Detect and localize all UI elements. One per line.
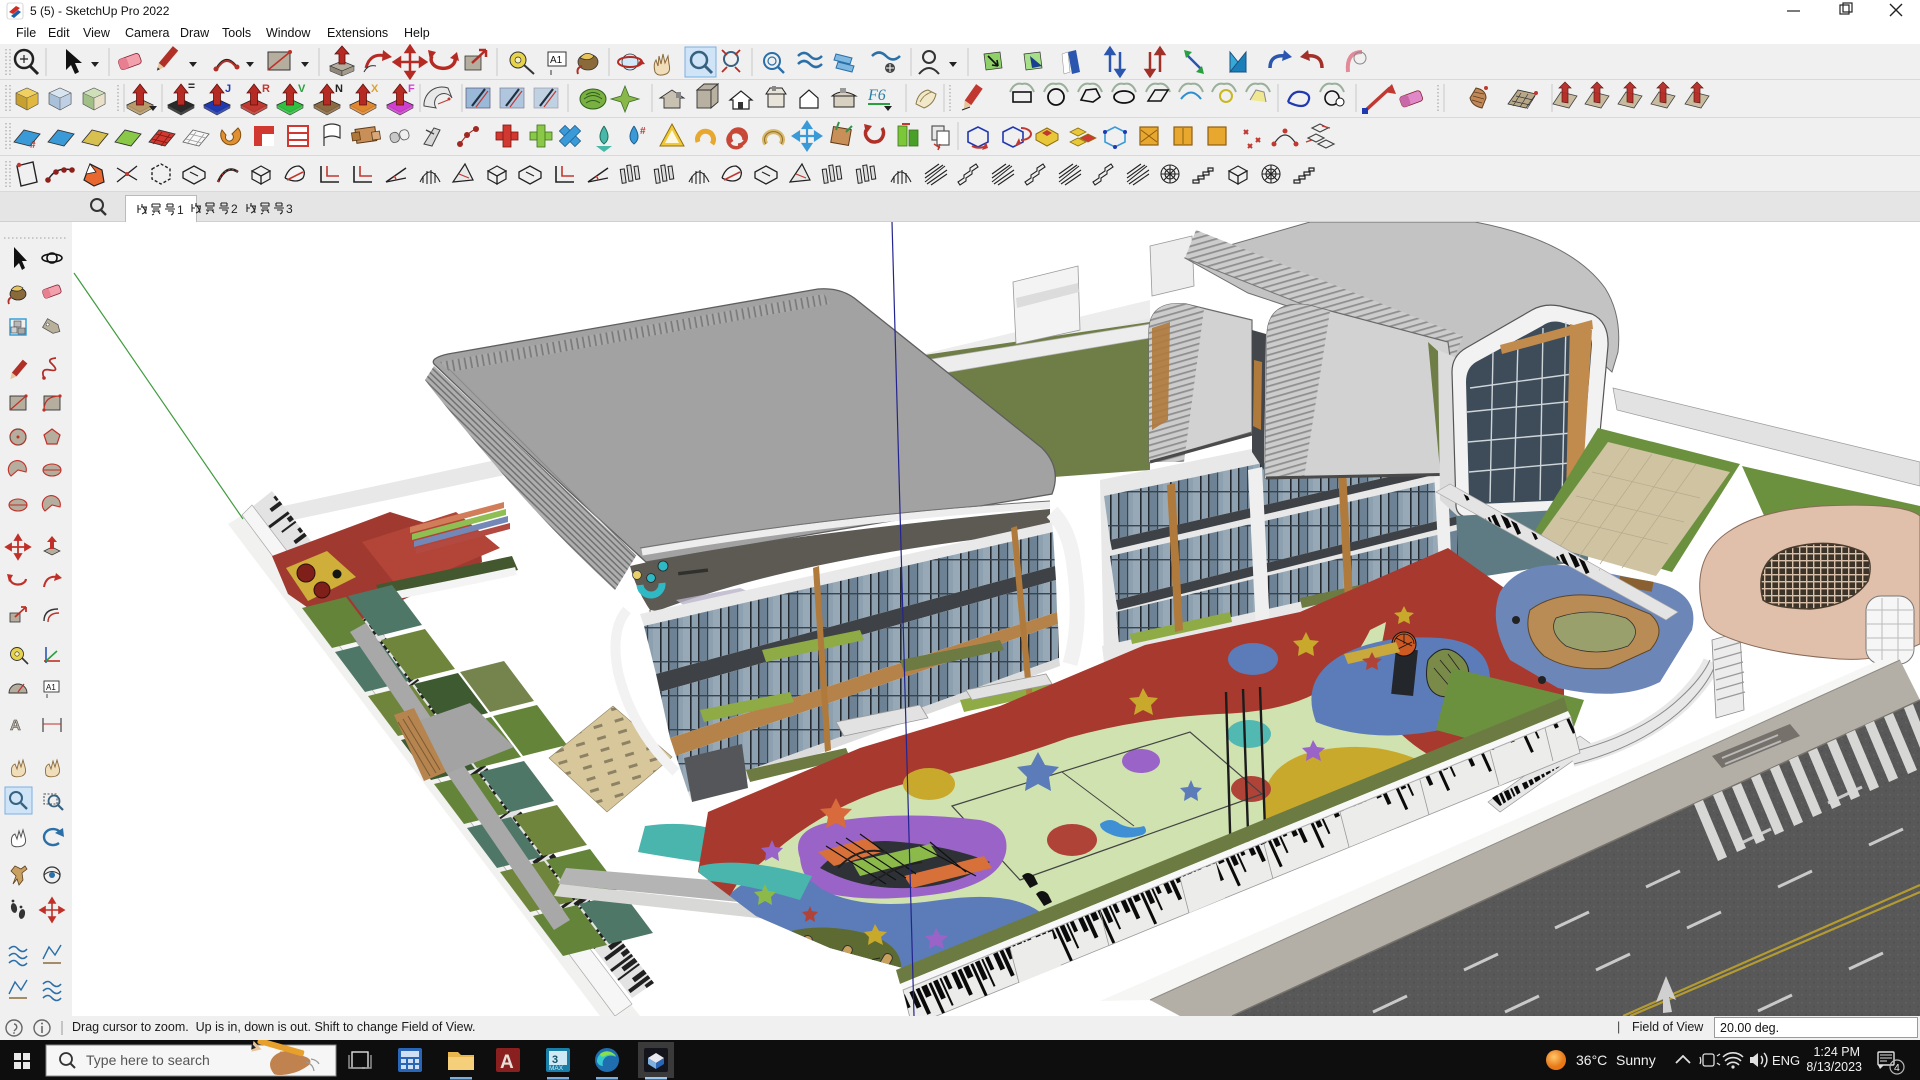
svg-text:MAX: MAX bbox=[549, 1065, 564, 1072]
svg-text:1:24 PM: 1:24 PM bbox=[1813, 1045, 1860, 1059]
svg-text:#: # bbox=[640, 126, 646, 137]
svg-text:#: # bbox=[30, 140, 36, 151]
svg-text:F6: F6 bbox=[867, 87, 886, 104]
svg-text:A: A bbox=[10, 717, 21, 734]
svg-text:36°C: 36°C bbox=[1576, 1052, 1607, 1068]
svg-text:V: V bbox=[298, 83, 306, 95]
svg-text:A1: A1 bbox=[46, 683, 56, 692]
svg-text:Sunny: Sunny bbox=[1616, 1052, 1656, 1068]
svg-text:ENG: ENG bbox=[1772, 1053, 1800, 1068]
svg-text:=: = bbox=[188, 80, 195, 93]
svg-text:3: 3 bbox=[286, 202, 293, 216]
svg-text:A1: A1 bbox=[550, 55, 563, 66]
svg-text:J: J bbox=[225, 83, 231, 95]
svg-text:8/13/2023: 8/13/2023 bbox=[1806, 1060, 1862, 1074]
svg-text:R: R bbox=[262, 83, 270, 95]
svg-text:Type here to search: Type here to search bbox=[86, 1052, 210, 1068]
svg-text:N: N bbox=[335, 83, 343, 95]
svg-text:X: X bbox=[371, 83, 379, 95]
svg-text:4: 4 bbox=[1894, 1062, 1900, 1074]
svg-text:5 (5) - SketchUp Pro 2022: 5 (5) - SketchUp Pro 2022 bbox=[30, 4, 170, 18]
svg-text:F: F bbox=[408, 83, 415, 95]
svg-text:A: A bbox=[500, 1052, 514, 1073]
